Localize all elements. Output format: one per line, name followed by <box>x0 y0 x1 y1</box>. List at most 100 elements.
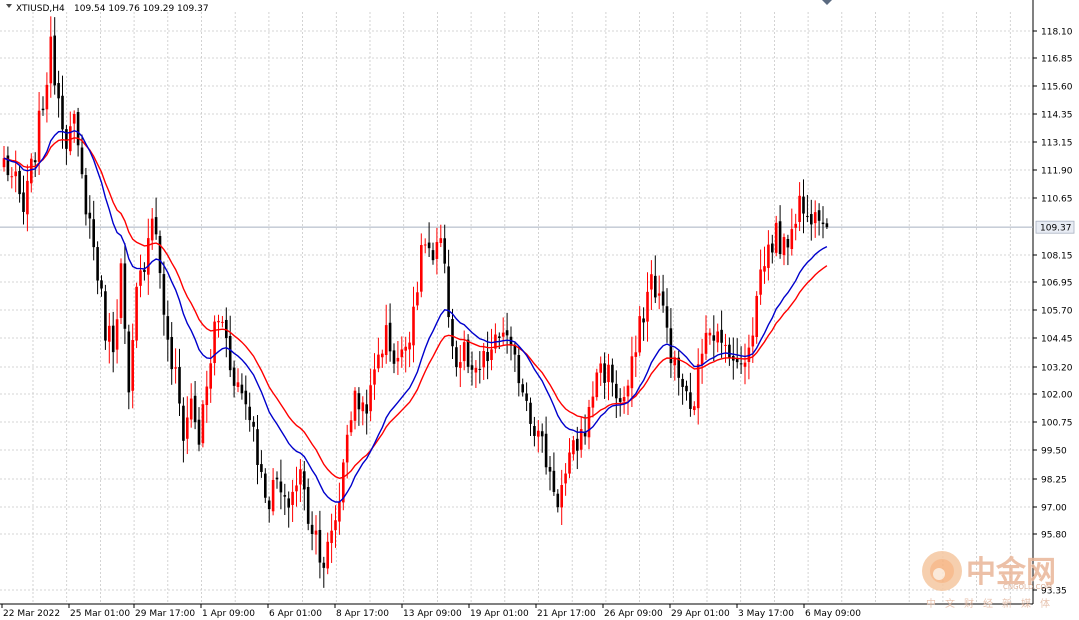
y-tick-label: 113.15 <box>1041 139 1073 149</box>
candle-body <box>486 351 489 362</box>
candle-body <box>665 306 669 328</box>
candle-body <box>505 330 509 336</box>
candle <box>135 282 138 349</box>
candle-body <box>556 493 560 508</box>
candle-body <box>18 170 21 195</box>
candle-body <box>158 235 162 274</box>
x-tick-label: 6 Apr 01:00 <box>269 609 322 619</box>
candle-body <box>743 362 747 367</box>
candle-body <box>338 501 341 522</box>
candle-body <box>408 342 411 350</box>
candle-body <box>755 295 758 337</box>
candle-body <box>813 212 817 224</box>
candle-body <box>759 269 762 295</box>
x-tick-label: 21 Apr 17:00 <box>537 609 596 619</box>
candle-body <box>611 364 614 383</box>
candle-body <box>459 362 462 368</box>
candle-body <box>774 222 778 253</box>
candle-body <box>80 147 84 175</box>
candle-body <box>299 469 302 485</box>
candle-body <box>209 363 212 389</box>
candle-body <box>353 390 357 421</box>
candle-body <box>817 210 821 221</box>
y-tick-label: 100.75 <box>1041 419 1073 429</box>
candle-body <box>100 280 103 289</box>
candle-body <box>544 433 548 468</box>
candle <box>119 258 123 325</box>
candle-body <box>244 390 248 405</box>
candle-body <box>693 406 696 411</box>
candle-body <box>248 406 251 421</box>
candle-body <box>96 247 99 281</box>
candle <box>201 400 205 448</box>
candle-body <box>381 353 384 358</box>
candle-body <box>642 318 645 323</box>
candle-body <box>400 349 404 358</box>
candle-body <box>716 331 719 343</box>
candle-body <box>221 321 224 323</box>
y-tick-label: 105.70 <box>1041 307 1073 317</box>
candle-body <box>622 397 626 402</box>
candle-body <box>537 430 540 437</box>
candle-body <box>295 485 298 492</box>
candle-body <box>310 524 314 535</box>
candle-body <box>540 431 544 437</box>
svg-text:CNGOLD.COM: CNGOLD.COM <box>1003 583 1052 591</box>
candle-body <box>217 320 220 323</box>
y-tick-label: 97.00 <box>1041 504 1067 514</box>
candle-body <box>104 291 107 341</box>
candle-body <box>147 238 150 275</box>
candle-body <box>443 238 446 264</box>
candle-body <box>396 357 400 362</box>
candle-body <box>88 212 92 219</box>
candle-body <box>482 350 485 368</box>
x-tick-label: 29 Apr 01:00 <box>671 609 730 619</box>
candle-body <box>423 244 427 246</box>
y-tick-label: 95.80 <box>1041 531 1067 541</box>
candle-body <box>213 321 216 364</box>
y-tick-label: 108.15 <box>1041 252 1073 262</box>
candle-body <box>501 332 505 337</box>
candle-body <box>10 176 14 178</box>
candle-body <box>37 110 41 162</box>
candle-body <box>76 112 80 146</box>
candle-body <box>630 356 634 389</box>
candle-body <box>115 319 119 350</box>
candle-body <box>303 471 306 490</box>
candle-body <box>197 419 201 445</box>
candle-body <box>26 180 29 215</box>
y-tick-label: 99.50 <box>1041 447 1067 457</box>
candle-body <box>708 332 712 336</box>
chart: 118.10 116.85 115.60 114.35 113.15 111.90 110.… <box>0 0 1079 620</box>
candle-body <box>357 393 361 410</box>
candle-body <box>291 491 294 505</box>
candle-body <box>193 395 197 423</box>
candle-body <box>326 541 329 569</box>
candle-body <box>174 367 177 369</box>
candle-body <box>322 562 326 568</box>
candle-body <box>455 347 458 368</box>
y-tick-label: 102.00 <box>1041 391 1073 401</box>
x-tick-label: 25 Mar 01:00 <box>70 609 130 619</box>
candle-body <box>228 335 232 371</box>
candle-body <box>704 332 708 354</box>
x-tick-label: 29 Mar 17:00 <box>135 609 195 619</box>
candle-body <box>521 384 524 393</box>
x-tick-label: 8 Apr 17:00 <box>336 609 389 619</box>
x-tick-label: 3 May 17:00 <box>738 609 794 619</box>
candle-body <box>681 378 684 387</box>
candle-body <box>252 421 255 427</box>
candle-body <box>466 339 470 367</box>
candle-body <box>529 402 532 424</box>
candle-body <box>431 250 435 261</box>
cngold-watermark-logo: 中金网 CNGOLD.COM 中文财经新媒体 <box>922 551 1056 610</box>
candle-body <box>22 192 25 212</box>
candle-body <box>470 365 474 370</box>
candle-body <box>369 385 372 412</box>
candle-body <box>767 244 770 268</box>
candle-body <box>53 35 56 86</box>
candle-body <box>798 195 801 223</box>
candle-body <box>806 215 809 217</box>
candle-body <box>825 223 829 228</box>
candle-body <box>420 245 423 292</box>
